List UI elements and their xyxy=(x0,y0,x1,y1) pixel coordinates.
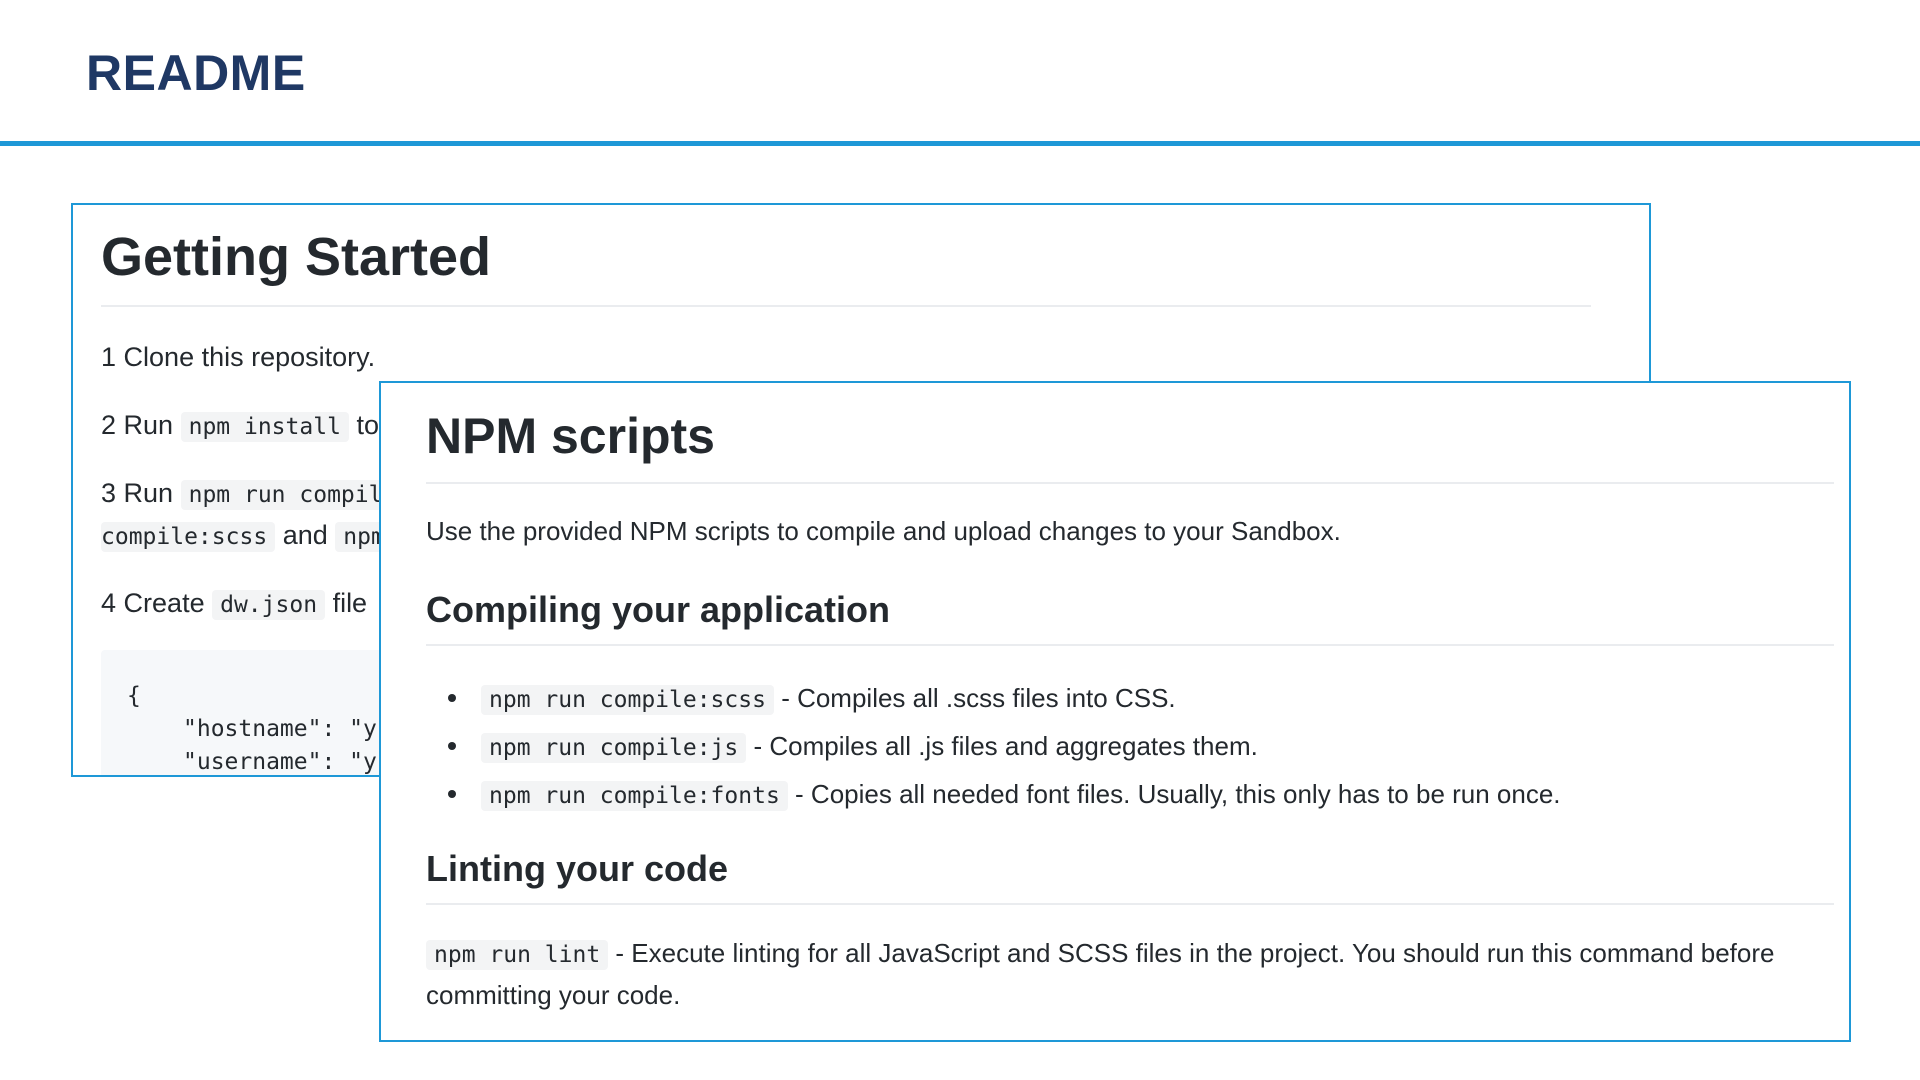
inline-code: compile:scss xyxy=(101,522,276,552)
npm-scripts-heading: NPM scripts xyxy=(426,408,1834,484)
step-suffix: file xyxy=(332,588,368,618)
bullet-icon xyxy=(448,742,456,750)
inline-code: npm run compile:scss xyxy=(481,685,774,715)
getting-started-heading: Getting Started xyxy=(101,227,1591,307)
step-prefix: Run xyxy=(123,478,174,508)
linting-text: - Execute linting for all JavaScript and… xyxy=(426,938,1775,1010)
inline-code: dw.json xyxy=(212,590,326,620)
step-number: 4 xyxy=(101,588,117,618)
linting-section-header: Linting your code xyxy=(426,847,1834,905)
compiling-heading: Compiling your application xyxy=(426,588,1834,646)
step-suffix: to xyxy=(356,410,379,440)
inline-code: npm run compile:fonts xyxy=(481,781,788,811)
step-1: 1 Clone this repository. xyxy=(101,337,375,377)
npm-scripts-card: NPM scripts Use the provided NPM scripts… xyxy=(379,381,1851,1042)
bullet-icon xyxy=(448,790,456,798)
compile-scripts-list: npm run compile:scss - Compiles all .scs… xyxy=(426,675,1561,819)
list-item: npm run compile:js - Compiles all .js fi… xyxy=(426,723,1561,771)
step-number: 1 xyxy=(101,342,117,372)
list-item-text: - Copies all needed font files. Usually,… xyxy=(795,779,1561,809)
inline-code: npm run compile:js xyxy=(481,733,747,763)
linting-heading: Linting your code xyxy=(426,847,1834,905)
inline-code: npm run compil xyxy=(180,480,391,510)
title-divider xyxy=(0,141,1920,146)
list-item: npm run compile:fonts - Copies all neede… xyxy=(426,771,1561,819)
step-3-continued: compile:scss and npm xyxy=(101,515,393,557)
step-3: 3 Run npm run compil xyxy=(101,473,391,515)
list-item-text: - Compiles all .scss files into CSS. xyxy=(781,683,1176,713)
inline-code: npm run lint xyxy=(426,940,609,970)
list-item: npm run compile:scss - Compiles all .scs… xyxy=(426,675,1561,723)
compiling-section-header: Compiling your application xyxy=(426,588,1834,646)
bullet-icon xyxy=(448,694,456,702)
step-number: 2 xyxy=(101,410,117,440)
list-item-text: - Compiles all .js files and aggregates … xyxy=(753,731,1258,761)
step-text: Clone this repository. xyxy=(123,342,376,372)
step-4: 4 Create dw.json file xyxy=(101,583,367,625)
linting-description: npm run lint - Execute linting for all J… xyxy=(426,933,1826,1015)
npm-scripts-intro: Use the provided NPM scripts to compile … xyxy=(426,516,1341,546)
inline-code: npm install xyxy=(180,412,349,442)
step-and: and xyxy=(282,520,328,550)
step-prefix: Create xyxy=(123,588,205,618)
step-number: 3 xyxy=(101,478,117,508)
step-2: 2 Run npm install to xyxy=(101,405,379,447)
step-prefix: Run xyxy=(123,410,174,440)
slide-title: README xyxy=(86,45,306,101)
